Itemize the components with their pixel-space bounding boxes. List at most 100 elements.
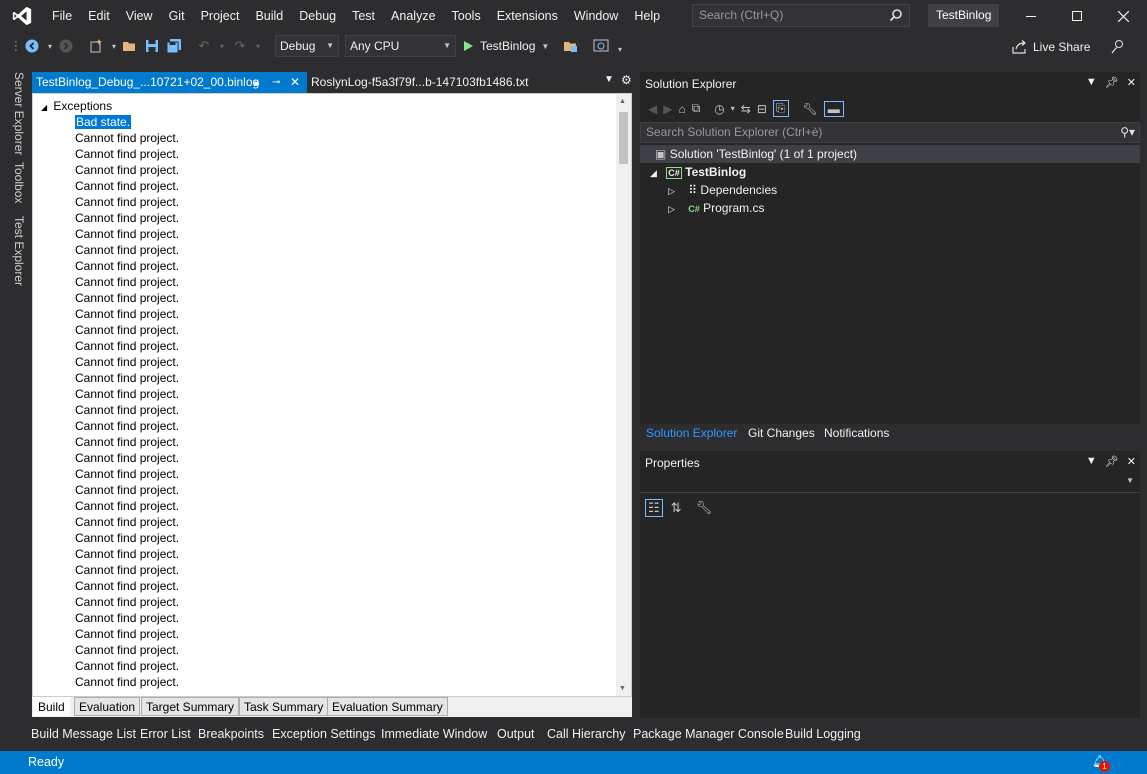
visual-studio-logo-icon[interactable]: [0, 0, 44, 32]
chevron-down-icon[interactable]: ▼: [541, 42, 549, 51]
tab-evaluation[interactable]: Evaluation: [74, 697, 141, 716]
program-cs-node[interactable]: ▷ C# Program.cs: [668, 199, 764, 217]
start-debugging-button[interactable]: TestBinlog ▼: [462, 36, 549, 56]
back-dropdown-icon[interactable]: ▾: [42, 38, 58, 54]
properties-wrench-icon[interactable]: 🔧︎: [803, 102, 818, 116]
tab-evaluation-summary[interactable]: Evaluation Summary: [327, 697, 448, 716]
tab-list-dropdown-icon[interactable]: ▼: [604, 74, 614, 85]
solution-configuration-select[interactable]: Debug ▼: [275, 35, 339, 57]
collapse-all-icon[interactable]: ⊟: [757, 102, 767, 116]
tab-output[interactable]: Output: [497, 724, 535, 744]
tree-item[interactable]: Cannot find project.: [75, 642, 179, 658]
menu-analyze[interactable]: Analyze: [383, 0, 443, 32]
tree-item[interactable]: Cannot find project.: [75, 226, 179, 242]
undo-dropdown-icon[interactable]: ▾: [214, 38, 230, 54]
menu-help[interactable]: Help: [626, 0, 668, 32]
minimize-button[interactable]: [1008, 0, 1054, 32]
tree-item[interactable]: Cannot find project.: [75, 434, 179, 450]
tree-item[interactable]: Cannot find project.: [75, 386, 179, 402]
tree-item[interactable]: Cannot find project.: [75, 290, 179, 306]
pin-icon[interactable]: 📌︎: [1105, 76, 1119, 89]
menu-build[interactable]: Build: [247, 0, 291, 32]
tree-item[interactable]: Cannot find project.: [75, 514, 179, 530]
vertical-scrollbar[interactable]: ▲ ▼: [616, 94, 631, 696]
tab-call-hierarchy[interactable]: Call Hierarchy: [547, 724, 626, 744]
sync-icon[interactable]: ⇆: [741, 102, 751, 116]
switch-views-icon[interactable]: ⧉: [692, 101, 701, 116]
dependencies-node[interactable]: ▷ ⠿ Dependencies: [668, 181, 777, 199]
tree-item[interactable]: Cannot find project.: [75, 674, 179, 690]
tab-immediate-window[interactable]: Immediate Window: [381, 724, 487, 744]
expand-arrow-icon[interactable]: ◢: [650, 168, 657, 178]
tree-item[interactable]: Cannot find project.: [75, 354, 179, 370]
new-dropdown-icon[interactable]: ▾: [106, 38, 122, 54]
tree-item-selected[interactable]: Bad state.: [75, 114, 132, 130]
redo-icon[interactable]: ↷: [232, 38, 248, 54]
solution-explorer-search-input[interactable]: Search Solution Explorer (Ctrl+è) ⚲▾: [640, 122, 1140, 143]
pin-icon[interactable]: ⊸: [272, 72, 280, 93]
tab-git-changes[interactable]: Git Changes: [748, 424, 815, 444]
tree-item[interactable]: Cannot find project.: [75, 530, 179, 546]
toolbar-overflow-icon[interactable]: ▾: [612, 41, 628, 57]
tree-node-exceptions[interactable]: ◢ Exceptions: [41, 98, 112, 114]
open-file-folder-icon[interactable]: [563, 38, 579, 54]
toolbox-tab[interactable]: Toolbox: [6, 162, 26, 203]
tree-item[interactable]: Cannot find project.: [75, 210, 179, 226]
close-tab-icon[interactable]: ✕: [290, 72, 300, 93]
show-all-files-icon[interactable]: ⎘: [772, 100, 789, 117]
tree-item[interactable]: Cannot find project.: [75, 322, 179, 338]
tab-error-list[interactable]: Error List: [140, 724, 191, 744]
preview-selected-icon[interactable]: ▬: [823, 100, 844, 117]
alphabetical-icon[interactable]: ⇅: [671, 500, 682, 516]
tree-item[interactable]: Cannot find project.: [75, 338, 179, 354]
tree-item[interactable]: Cannot find project.: [75, 178, 179, 194]
search-icon[interactable]: ⚲▾: [1120, 123, 1135, 142]
server-explorer-tab[interactable]: Server Explorer: [6, 72, 26, 155]
scroll-down-icon[interactable]: ▼: [619, 685, 626, 692]
home-icon[interactable]: ⌂: [678, 102, 685, 116]
feedback-icon[interactable]: [1110, 39, 1126, 55]
filter-dropdown-icon[interactable]: ▾: [731, 104, 735, 113]
tree-item[interactable]: Cannot find project.: [75, 306, 179, 322]
menu-debug[interactable]: Debug: [291, 0, 344, 32]
pending-changes-filter-icon[interactable]: ◷: [714, 102, 724, 116]
test-explorer-tab[interactable]: Test Explorer: [6, 216, 26, 286]
close-icon[interactable]: ✕: [1127, 76, 1136, 89]
tab-solution-explorer[interactable]: Solution Explorer: [646, 424, 737, 444]
tree-item[interactable]: Cannot find project.: [75, 578, 179, 594]
menu-git[interactable]: Git: [161, 0, 193, 32]
navigate-back-icon[interactable]: [24, 38, 40, 54]
navigate-forward-icon[interactable]: [58, 38, 74, 54]
tree-item[interactable]: Cannot find project.: [75, 546, 179, 562]
tree-item[interactable]: Cannot find project.: [75, 130, 179, 146]
collapse-arrow-icon[interactable]: ▷: [668, 186, 675, 196]
collapse-arrow-icon[interactable]: ▷: [668, 204, 675, 214]
save-all-icon[interactable]: [166, 38, 182, 54]
tree-item[interactable]: Cannot find project.: [75, 450, 179, 466]
tree-item[interactable]: Cannot find project.: [75, 658, 179, 674]
tree-item[interactable]: Cannot find project.: [75, 610, 179, 626]
menu-tools[interactable]: Tools: [444, 0, 489, 32]
back-icon[interactable]: ◀: [648, 102, 657, 116]
tree-item[interactable]: Cannot find project.: [75, 242, 179, 258]
properties-object-select[interactable]: ▼: [640, 473, 1140, 493]
menu-test[interactable]: Test: [344, 0, 383, 32]
scroll-up-icon[interactable]: ▲: [619, 98, 626, 105]
tab-build-message-list[interactable]: Build Message List: [31, 724, 136, 744]
tree-item[interactable]: Cannot find project.: [75, 562, 179, 578]
tree-item[interactable]: Cannot find project.: [75, 418, 179, 434]
menu-window[interactable]: Window: [566, 0, 626, 32]
search-input[interactable]: Search (Ctrl+Q): [692, 4, 910, 27]
browser-link-icon[interactable]: [593, 38, 609, 54]
maximize-button[interactable]: [1054, 0, 1100, 32]
tab-task-summary[interactable]: Task Summary: [239, 697, 329, 716]
close-icon[interactable]: ✕: [1127, 455, 1136, 468]
categorized-icon[interactable]: ☷: [645, 499, 663, 517]
tree-item[interactable]: Cannot find project.: [75, 146, 179, 162]
expand-arrow-icon[interactable]: ◢: [41, 103, 49, 112]
new-project-icon[interactable]: [88, 38, 104, 54]
tab-build-logging[interactable]: Build Logging: [785, 724, 861, 744]
menu-project[interactable]: Project: [193, 0, 248, 32]
solution-node[interactable]: ▣ Solution 'TestBinlog' (1 of 1 project): [655, 145, 857, 163]
open-folder-icon[interactable]: [122, 38, 138, 54]
